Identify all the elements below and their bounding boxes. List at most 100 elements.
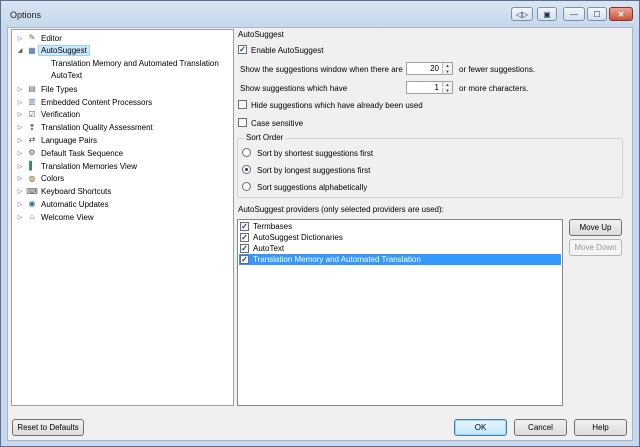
collapsed-arrow-icon[interactable]: ▷ (16, 163, 24, 170)
min-chars-value: 1 (434, 83, 439, 92)
enable-autosuggest-label: Enable AutoSuggest (251, 46, 324, 55)
sort-option-label: Sort suggestions alphabetically (257, 183, 368, 192)
keyboard-icon: ⌨ (26, 186, 38, 196)
tree-item-label: Editor (41, 33, 62, 43)
window-threshold-label: Show the suggestions window when there a… (240, 65, 403, 74)
quality-assessment-icon: ❢ (28, 122, 36, 132)
provider-checkbox[interactable]: ✓ (240, 222, 249, 231)
collapsed-arrow-icon[interactable]: ▷ (16, 124, 24, 131)
collapsed-arrow-icon[interactable]: ▷ (16, 111, 24, 118)
help-button[interactable]: Help (574, 419, 627, 436)
tree-item-label: Language Pairs (41, 135, 98, 145)
verification-icon: ☑ (28, 109, 36, 119)
tree-item-translation-quality-assessment[interactable]: ▷ ❢ Translation Quality Assessment (16, 122, 153, 134)
sort-option-radio[interactable] (242, 182, 251, 191)
provider-row[interactable]: ✓ Translation Memory and Automated Transl… (239, 254, 561, 265)
dialog-client: ▷ ✎ Editor ◢ ▦ AutoSuggest Translation Memory … (7, 27, 633, 441)
tree-subitem[interactable]: Translation Memory and Automated Transla… (51, 59, 219, 68)
collapsed-arrow-icon[interactable]: ▷ (16, 188, 24, 195)
min-chars-spinner[interactable]: 1 ▲ ▼ (406, 81, 453, 94)
move-up-button[interactable]: Move Up (569, 219, 622, 236)
tree-item-autosuggest[interactable]: ◢ ▦ AutoSuggest (16, 45, 90, 57)
collapsed-arrow-icon[interactable]: ▷ (16, 175, 24, 182)
sort-option-label: Sort by shortest suggestions first (257, 149, 374, 158)
options-window: Options ◁▷ ▣ — ☐ ✕ ▷ ✎ Editor ◢ ▦ AutoSuggest… (0, 0, 640, 447)
spinner-down-icon[interactable]: ▼ (442, 69, 452, 74)
sort-order-group: Sort Order Sort by shortest suggestions … (237, 133, 623, 198)
tree-item-editor[interactable]: ▷ ✎ Editor (16, 32, 62, 44)
provider-checkbox[interactable]: ✓ (240, 233, 249, 242)
panel-heading: AutoSuggest (238, 30, 284, 39)
tree-item-label: Colors (41, 174, 65, 184)
tm-view-icon: ▌ (29, 161, 35, 170)
tree-item-automatic-updates[interactable]: ▷ ◉ Automatic Updates (16, 198, 109, 210)
tree-subitem[interactable]: AutoText (51, 71, 82, 80)
autosuggest-icon: ▦ (28, 45, 36, 55)
tree-item-welcome-view[interactable]: ▷ ⌂ Welcome View (16, 211, 94, 223)
minimize-button[interactable]: — (563, 7, 585, 21)
case-sensitive-label: Case sensitive (251, 119, 304, 128)
tree-item-label: Default Task Sequence (41, 148, 124, 158)
maximize-button[interactable]: ☐ (587, 7, 607, 21)
provider-checkbox[interactable]: ✓ (240, 244, 249, 253)
close-button[interactable]: ✕ (609, 7, 633, 21)
sort-option-radio[interactable] (242, 148, 251, 157)
window-title: Options (10, 10, 42, 20)
collapsed-arrow-icon[interactable]: ▷ (16, 214, 24, 221)
window-threshold-value: 20 (430, 64, 439, 73)
provider-label: Translation Memory and Automated Transla… (253, 255, 421, 264)
min-chars-label: Show suggestions which have (240, 84, 348, 93)
tree-item-file-types[interactable]: ▷ ▤ File Types (16, 83, 78, 95)
sort-option-radio[interactable] (242, 165, 251, 174)
pin-icon[interactable]: ▣ (537, 7, 557, 21)
collapsed-arrow-icon[interactable]: ▷ (16, 86, 24, 93)
palette-icon: ◍ (28, 173, 36, 183)
tree-item-label: Embedded Content Processors (41, 97, 153, 107)
hide-used-checkbox[interactable] (238, 100, 247, 109)
window-threshold-spinner[interactable]: 20 ▲ ▼ (406, 62, 453, 75)
tree-item-label: Welcome View (41, 212, 94, 222)
spinner-up-icon[interactable]: ▲ (442, 82, 452, 87)
provider-row[interactable]: ✓ Termbases (239, 221, 561, 232)
tree-item-label: Translation Quality Assessment (41, 123, 153, 133)
sort-order-legend: Sort Order (244, 133, 286, 142)
reset-to-defaults-button[interactable]: Reset to Defaults (12, 419, 84, 436)
collapsed-arrow-icon[interactable]: ▷ (16, 150, 24, 157)
tree-item-keyboard-shortcuts[interactable]: ▷ ⌨ Keyboard Shortcuts (16, 186, 112, 198)
spinner-down-icon[interactable]: ▼ (442, 88, 452, 93)
home-icon: ⌂ (29, 212, 35, 222)
tree-item-language-pairs[interactable]: ▷ ⇄ Language Pairs (16, 134, 97, 146)
cancel-button[interactable]: Cancel (514, 419, 567, 436)
collapsed-arrow-icon[interactable]: ▷ (16, 201, 24, 208)
title-bar: Options ◁▷ ▣ — ☐ ✕ (1, 1, 639, 27)
provider-checkbox[interactable]: ✓ (240, 255, 249, 264)
provider-row[interactable]: ✓ AutoText (239, 243, 561, 254)
expanded-arrow-icon[interactable]: ◢ (16, 47, 24, 54)
tree-item-verification[interactable]: ▷ ☑ Verification (16, 109, 80, 121)
provider-label: AutoText (253, 244, 285, 253)
sort-option-label: Sort by longest suggestions first (257, 166, 371, 175)
provider-row[interactable]: ✓ AutoSuggest Dictionaries (239, 232, 561, 243)
move-down-button[interactable]: Move Down (569, 239, 622, 256)
providers-label: AutoSuggest providers (only selected pro… (238, 205, 444, 214)
collapsed-arrow-icon[interactable]: ▷ (16, 35, 24, 42)
tree-item-label: Translation Memories View (41, 161, 138, 171)
collapsed-arrow-icon[interactable]: ▷ (16, 99, 24, 106)
navigate-icon[interactable]: ◁▷ (511, 7, 533, 21)
tree-item-default-task-sequence[interactable]: ▷ ⚙ Default Task Sequence (16, 147, 123, 159)
options-tree[interactable]: ▷ ✎ Editor ◢ ▦ AutoSuggest Translation Memory … (11, 29, 234, 406)
enable-autosuggest-checkbox[interactable]: ✓ (238, 45, 247, 54)
collapsed-arrow-icon[interactable]: ▷ (16, 137, 24, 144)
case-sensitive-checkbox[interactable] (238, 118, 247, 127)
tree-item-colors[interactable]: ▷ ◍ Colors (16, 173, 64, 185)
providers-list[interactable]: ✓ Termbases ✓ AutoSuggest Dictionaries ✓ Auto… (237, 219, 563, 406)
language-pairs-icon: ⇄ (28, 135, 36, 145)
hide-used-label: Hide suggestions which have already been… (251, 101, 423, 110)
ok-button[interactable]: OK (454, 419, 507, 436)
file-types-icon: ▤ (28, 84, 36, 94)
tree-item-translation-memories-view[interactable]: ▷ ▌ Translation Memories View (16, 160, 137, 172)
tree-item-embedded-content-processors[interactable]: ▷ ▥ Embedded Content Processors (16, 96, 152, 108)
tree-item-label: Verification (41, 110, 81, 120)
provider-label: AutoSuggest Dictionaries (253, 233, 343, 242)
spinner-up-icon[interactable]: ▲ (442, 63, 452, 68)
